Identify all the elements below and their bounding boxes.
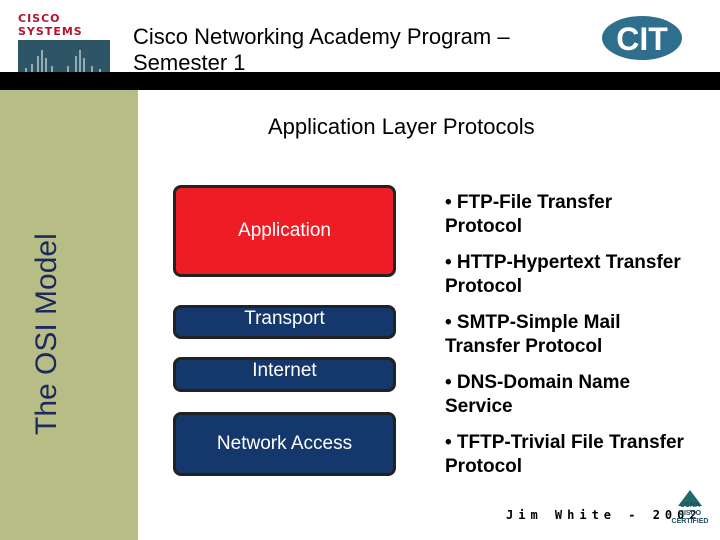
layer-label: Internet xyxy=(252,360,317,381)
slide-title: Cisco Networking Academy Program – Semes… xyxy=(133,24,510,75)
sidebar-label: The OSI Model xyxy=(30,233,63,435)
section-heading: Application Layer Protocols xyxy=(268,114,535,139)
header-bar xyxy=(0,72,720,90)
protocol-item: • HTTP-Hypertext Transfer Protocol xyxy=(445,252,681,297)
layer-internet: Internet xyxy=(173,357,396,392)
protocol-item: • FTP-File Transfer Protocol xyxy=(445,192,613,237)
protocol-item: • DNS-Domain Name Service xyxy=(445,372,631,417)
protocol-item: • TFTP-Trivial File Transfer Protocol xyxy=(445,432,684,477)
layer-label: Network Access xyxy=(216,433,353,454)
ccna-certified-badge: CCNA CISCO CERTIFIED xyxy=(670,490,710,538)
layer-label: Transport xyxy=(244,308,325,329)
cit-logo-text: CIT xyxy=(616,21,668,57)
protocol-item: • SMTP-Simple Mail Transfer Protocol xyxy=(445,312,621,357)
sidebar xyxy=(0,90,138,540)
cisco-systems-logo: Cisco Systems xyxy=(18,12,114,74)
layer-application: Application xyxy=(173,185,396,277)
logo-text: Cisco Systems xyxy=(18,12,83,38)
cit-logo: CIT xyxy=(598,12,688,70)
layer-label: Application xyxy=(238,220,331,241)
layer-network-access: Network Access xyxy=(173,412,396,476)
layer-transport: Transport xyxy=(173,305,396,339)
ccna-badge-text: CCNA CISCO CERTIFIED xyxy=(671,502,709,525)
cisco-bridge-icon xyxy=(18,40,110,74)
